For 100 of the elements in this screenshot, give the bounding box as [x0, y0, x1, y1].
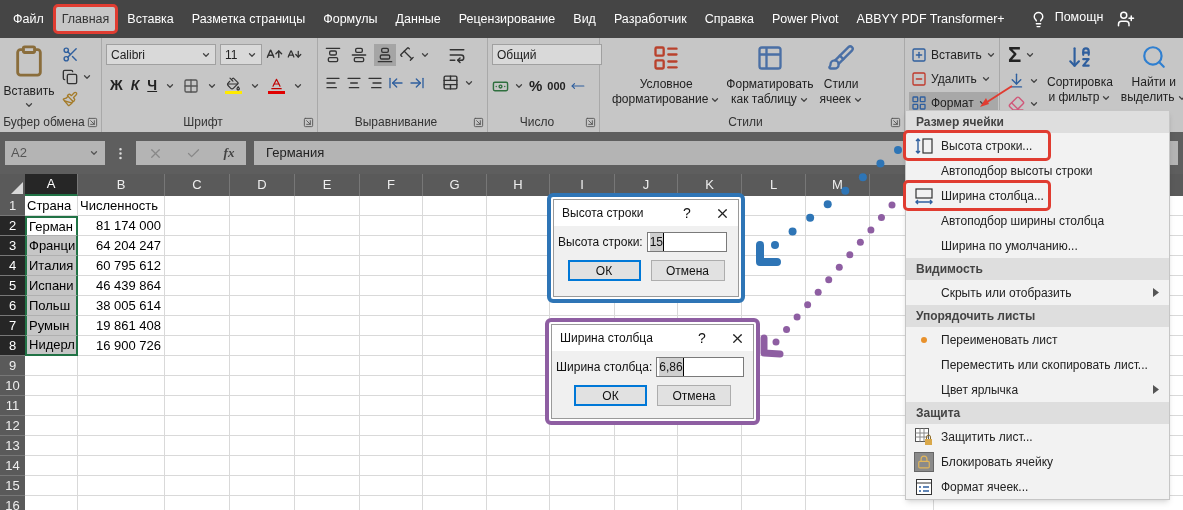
cells-button[interactable]: Вставить — [909, 44, 998, 66]
font-size-field[interactable]: 11 — [220, 44, 262, 65]
insert-function-button[interactable]: fx — [223, 143, 235, 163]
ribbon-tab[interactable]: Формулы — [314, 4, 387, 34]
dialog-launcher-icon[interactable] — [87, 116, 98, 128]
fill-color-icon[interactable] — [225, 77, 243, 94]
table-cell — [423, 496, 487, 510]
caret-icon[interactable] — [420, 50, 430, 60]
table-cell — [295, 476, 360, 496]
dialog-launcher-icon[interactable] — [585, 116, 596, 128]
number-format-field[interactable]: Общий — [492, 44, 602, 65]
row-header[interactable]: 4 — [0, 256, 25, 276]
table-cell — [230, 196, 295, 216]
menu-item-label: Переместить или скопировать лист... — [941, 356, 1149, 374]
input-field[interactable]: 15 — [646, 232, 727, 252]
column-header[interactable]: A — [25, 174, 78, 196]
table-cell — [742, 456, 806, 476]
help-button[interactable]: ? — [692, 327, 712, 349]
italic-button[interactable]: К — [130, 75, 140, 96]
ribbon-tab[interactable]: Вид — [564, 4, 605, 34]
menu-item[interactable]: Ширина столбца... — [906, 183, 1169, 208]
row-header[interactable]: 7 — [0, 316, 25, 336]
input-field[interactable]: 6,86 — [656, 357, 745, 377]
menu-item[interactable]: Переименовать лист — [906, 327, 1169, 352]
caret-icon[interactable] — [985, 50, 996, 60]
ribbon-tab[interactable]: Разметка страницы — [182, 4, 315, 34]
vertical-align-button[interactable] — [374, 44, 396, 66]
ribbon-tab[interactable]: Файл — [4, 4, 53, 34]
menu-item[interactable]: Скрыть или отобразить — [906, 280, 1169, 305]
font-color-icon[interactable] — [268, 77, 286, 94]
menu-item[interactable]: Цвет ярлычка — [906, 377, 1169, 402]
table-cell — [165, 296, 230, 316]
bold-button[interactable]: Ж — [110, 75, 123, 96]
percent-button[interactable]: % — [529, 75, 543, 98]
menu-item[interactable]: Защитить лист... — [906, 424, 1169, 449]
table-cell — [806, 496, 870, 510]
table-cell — [487, 476, 550, 496]
table-cell — [360, 496, 423, 510]
ribbon-tab[interactable]: Power Pivot — [762, 4, 848, 34]
share-icon[interactable] — [1117, 10, 1136, 28]
select-all-button[interactable] — [11, 182, 23, 194]
table-cell — [806, 316, 870, 336]
caret-icon[interactable] — [980, 74, 991, 84]
thousands-button[interactable]: 000 — [547, 78, 566, 95]
row-header[interactable]: 5 — [0, 276, 25, 296]
paste-button[interactable]: Вставить — [4, 44, 54, 112]
row-header[interactable]: 8 — [0, 336, 25, 356]
ok-button[interactable]: ОК — [574, 385, 647, 406]
dialog-launcher-icon[interactable] — [473, 116, 484, 128]
fill-down-icon[interactable] — [1008, 72, 1025, 89]
table-cell: 81 174 000 — [78, 216, 165, 236]
table-cell — [295, 496, 360, 510]
copy-icon[interactable] — [62, 69, 78, 85]
ribbon-tab[interactable]: Вставка — [118, 4, 183, 34]
menu-item[interactable]: Блокировать ячейку — [906, 449, 1169, 474]
merge-cells-icon[interactable] — [442, 74, 459, 91]
table-cell — [360, 236, 423, 256]
font-name-field[interactable]: Calibri — [106, 44, 216, 65]
eraser-icon[interactable] — [1008, 95, 1025, 112]
cells-button[interactable]: Удалить — [909, 68, 998, 90]
table-cell — [487, 436, 550, 456]
row-header[interactable]: 2 — [0, 216, 25, 236]
styles-button[interactable]: Стили ячеек — [819, 44, 863, 107]
dialog-launcher-icon[interactable] — [890, 116, 901, 128]
cut-icon[interactable] — [62, 46, 79, 63]
cancel-button[interactable]: Отмена — [650, 260, 725, 281]
menu-item[interactable]: Формат ячеек... — [906, 474, 1169, 499]
underline-button[interactable]: Ч — [147, 75, 158, 96]
caret-icon[interactable] — [89, 148, 99, 158]
menu-item[interactable]: Автоподбор ширины столбца — [906, 208, 1169, 233]
caret-icon[interactable] — [82, 72, 92, 82]
cancel-button[interactable]: Отмена — [657, 385, 731, 406]
autosum-button[interactable]: Σ — [1008, 44, 1022, 66]
styles-button[interactable]: Форматировать как таблицу — [726, 44, 814, 107]
row-header[interactable]: 6 — [0, 296, 25, 316]
ribbon-tab[interactable]: Данные — [386, 4, 450, 34]
ribbon-tab[interactable]: Рецензирование — [449, 4, 565, 34]
caret-icon[interactable] — [1025, 50, 1036, 60]
ribbon-tab[interactable]: Разработчик — [604, 4, 696, 34]
dialog-launcher-icon[interactable] — [303, 116, 314, 128]
wrap-text-icon[interactable] — [448, 46, 466, 64]
tell-me-field[interactable]: Помощн — [1054, 8, 1104, 27]
caret-icon[interactable] — [24, 100, 34, 110]
menu-item-label: Ширина столбца... — [941, 187, 1045, 205]
table-cell — [295, 436, 360, 456]
ribbon-tab[interactable]: Справка — [695, 4, 763, 34]
menu-item[interactable]: Ширина по умолчанию... — [906, 233, 1169, 258]
table-cell: Испани — [25, 276, 78, 296]
ribbon-tab[interactable]: Главная — [52, 4, 119, 34]
menu-item[interactable]: Переместить или скопировать лист... — [906, 352, 1169, 377]
borders-icon[interactable] — [183, 77, 200, 94]
table-cell — [423, 276, 487, 296]
styles-button[interactable]: Условное форматирование — [612, 44, 721, 107]
name-box[interactable]: A2 — [5, 141, 105, 165]
ok-button[interactable]: ОК — [567, 260, 641, 281]
help-button[interactable]: ? — [677, 202, 697, 224]
table-cell — [230, 456, 295, 476]
row-header[interactable]: 3 — [0, 236, 25, 256]
table-cell — [360, 196, 423, 216]
ribbon-tab[interactable]: ABBYY PDF Transformer+ — [847, 4, 1014, 34]
